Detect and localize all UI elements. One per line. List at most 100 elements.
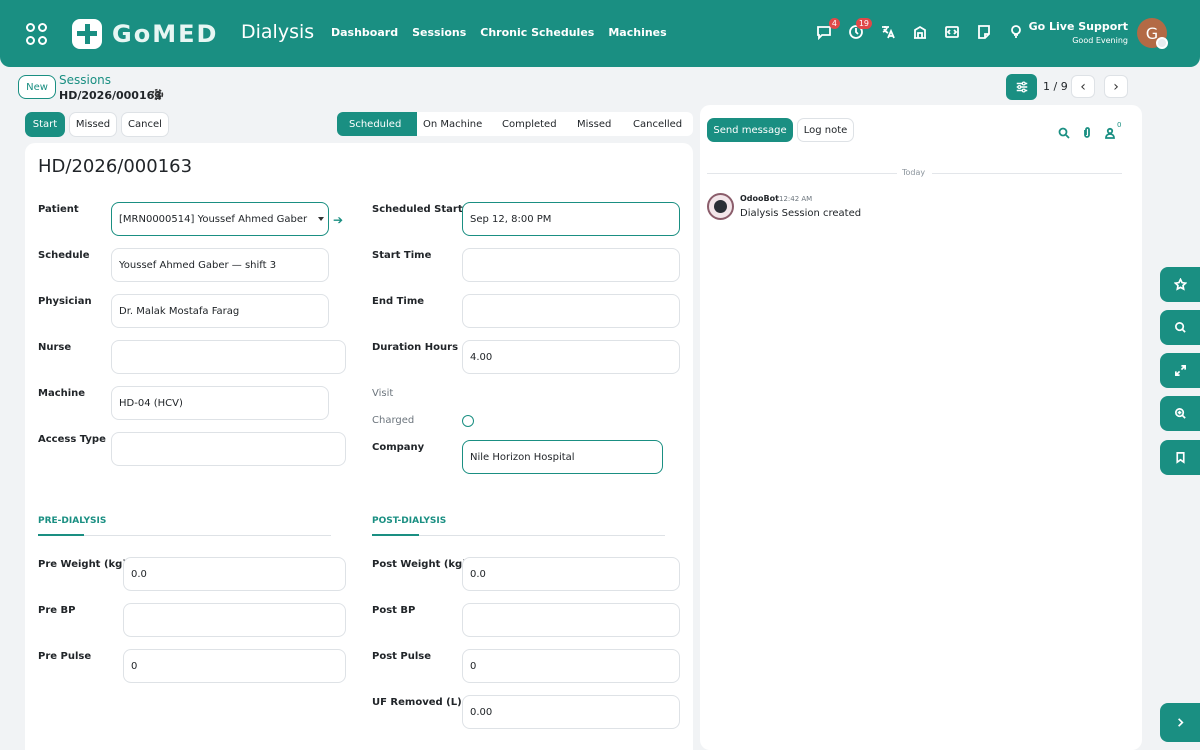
charged-label: Charged (372, 415, 415, 426)
post-bp-field[interactable] (462, 603, 680, 637)
message-body: Dialysis Session created (740, 208, 862, 219)
top-navbar: GoMED Dialysis Dashboard Sessions Chroni… (0, 0, 1200, 67)
duration-hours-label: Duration Hours (372, 342, 459, 353)
sliders-icon (1016, 81, 1027, 93)
stage-missed[interactable]: Missed (577, 112, 611, 136)
notes-icon[interactable] (975, 23, 993, 41)
activity-clock-icon[interactable]: 19 (847, 18, 872, 41)
pre-pulse-field[interactable]: 0 (123, 649, 346, 683)
visit-label: Visit (372, 388, 394, 399)
post-dialysis-section-title: POST-DIALYSIS (372, 516, 447, 526)
user-menu-text[interactable]: Go Live Support Good Evening (1029, 20, 1128, 45)
start-time-field[interactable] (462, 248, 680, 282)
greeting-text: Good Evening (1072, 36, 1128, 45)
machine-field[interactable]: HD-04 (HCV) (111, 386, 329, 420)
support-name: Go Live Support (1028, 20, 1128, 33)
chevron-right-icon: › (1113, 78, 1119, 95)
expand-tool-button[interactable] (1160, 353, 1200, 388)
breadcrumb-sessions[interactable]: Sessions (59, 73, 111, 87)
uf-removed-field[interactable]: 0.00 (462, 695, 680, 729)
patient-field[interactable]: [MRN0000514] Youssef Ahmed Gaber (111, 202, 329, 236)
search-tool-button[interactable] (1160, 310, 1200, 345)
message-time: 12:42 AM (779, 195, 813, 203)
stage-completed[interactable]: Completed (502, 112, 557, 136)
end-time-field[interactable] (462, 294, 680, 328)
activity-badge: 19 (855, 18, 872, 29)
view-settings-button[interactable] (1006, 74, 1037, 100)
new-button[interactable]: New (18, 75, 56, 99)
code-icon[interactable] (943, 23, 961, 41)
gear-icon[interactable] (151, 88, 164, 101)
nurse-label: Nurse (38, 342, 72, 353)
logo-text: GoMED (112, 20, 219, 48)
pre-bp-field[interactable] (123, 603, 346, 637)
charged-checkbox[interactable] (462, 415, 474, 427)
lightbulb-icon[interactable] (1007, 23, 1025, 41)
messages-icon[interactable]: 4 (815, 18, 840, 41)
language-icon[interactable] (879, 23, 897, 41)
uf-removed-label: UF Removed (L) (372, 697, 462, 708)
menu-item-machines[interactable]: Machines (608, 26, 666, 39)
send-message-button[interactable]: Send message (707, 118, 793, 142)
post-pulse-field[interactable]: 0 (462, 649, 680, 683)
post-bp-label: Post BP (372, 605, 416, 616)
open-patient-arrow-icon[interactable]: ➔ (333, 213, 343, 227)
search-icon (1174, 322, 1186, 333)
pre-bp-label: Pre BP (38, 605, 76, 616)
pager-previous-button[interactable]: ‹ (1071, 75, 1095, 98)
access-type-field[interactable] (111, 432, 346, 466)
menu-item-chronic-schedules[interactable]: Chronic Schedules (480, 26, 594, 39)
chevron-left-icon: ‹ (1080, 78, 1086, 95)
physician-field[interactable]: Dr. Malak Mostafa Farag (111, 294, 329, 328)
cancel-button[interactable]: Cancel (121, 112, 169, 137)
dropdown-caret-icon[interactable] (318, 217, 324, 221)
stage-arrow (407, 112, 417, 136)
access-type-label: Access Type (38, 434, 106, 445)
missed-button[interactable]: Missed (69, 112, 117, 137)
zoom-in-icon (1174, 408, 1186, 419)
start-time-label: Start Time (372, 250, 432, 261)
author-avatar[interactable] (707, 193, 734, 220)
favorite-tool-button[interactable] (1160, 267, 1200, 302)
date-separator: Today (902, 168, 926, 177)
star-icon (1173, 278, 1187, 291)
bookmark-tool-button[interactable] (1160, 440, 1200, 475)
start-button[interactable]: Start (25, 112, 65, 137)
collapse-rail-button[interactable] (1160, 703, 1200, 742)
stage-scheduled[interactable]: Scheduled (337, 112, 417, 136)
paperclip-icon[interactable] (1081, 124, 1093, 138)
stage-on-machine[interactable]: On Machine (423, 112, 482, 136)
followers-icon[interactable] (1104, 124, 1116, 139)
menu-item-dashboard[interactable]: Dashboard (331, 26, 398, 39)
duration-hours-field[interactable]: 4.00 (462, 340, 680, 374)
company-field[interactable]: Nile Horizon Hospital (462, 440, 663, 474)
message-author[interactable]: OdooBot (740, 194, 779, 203)
nurse-field[interactable] (111, 340, 346, 374)
pre-weight-field[interactable]: 0.0 (123, 557, 346, 591)
log-note-button[interactable]: Log note (797, 118, 854, 142)
medical-cross-icon (72, 19, 102, 49)
record-title: HD/2026/000163 (38, 156, 193, 177)
pre-dialysis-section-title: PRE-DIALYSIS (38, 516, 107, 526)
pre-pulse-label: Pre Pulse (38, 651, 92, 662)
search-icon[interactable] (1058, 124, 1070, 139)
patient-label: Patient (38, 204, 79, 215)
pre-weight-label: Pre Weight (kg) (38, 559, 127, 570)
zoom-tool-button[interactable] (1160, 396, 1200, 431)
presence-status-icon (1156, 37, 1168, 49)
date-separator-line-left (707, 173, 897, 174)
post-weight-field[interactable]: 0.0 (462, 557, 680, 591)
systray: 4 19 (815, 18, 1025, 41)
app-title: Dialysis (241, 21, 315, 43)
scheduled-start-field[interactable]: Sep 12, 8:00 PM (462, 202, 680, 236)
post-dialysis-underline (372, 534, 419, 536)
followers-count: 0 (1117, 121, 1122, 129)
machine-label: Machine (38, 388, 86, 399)
stage-cancelled[interactable]: Cancelled (633, 112, 682, 136)
menu-item-sessions[interactable]: Sessions (412, 26, 466, 39)
schedule-field[interactable]: Youssef Ahmed Gaber — shift 3 (111, 248, 329, 282)
company-building-icon[interactable] (911, 23, 929, 41)
apps-menu-icon[interactable] (26, 23, 48, 45)
pager-next-button[interactable]: › (1104, 75, 1128, 98)
post-pulse-label: Post Pulse (372, 651, 432, 662)
